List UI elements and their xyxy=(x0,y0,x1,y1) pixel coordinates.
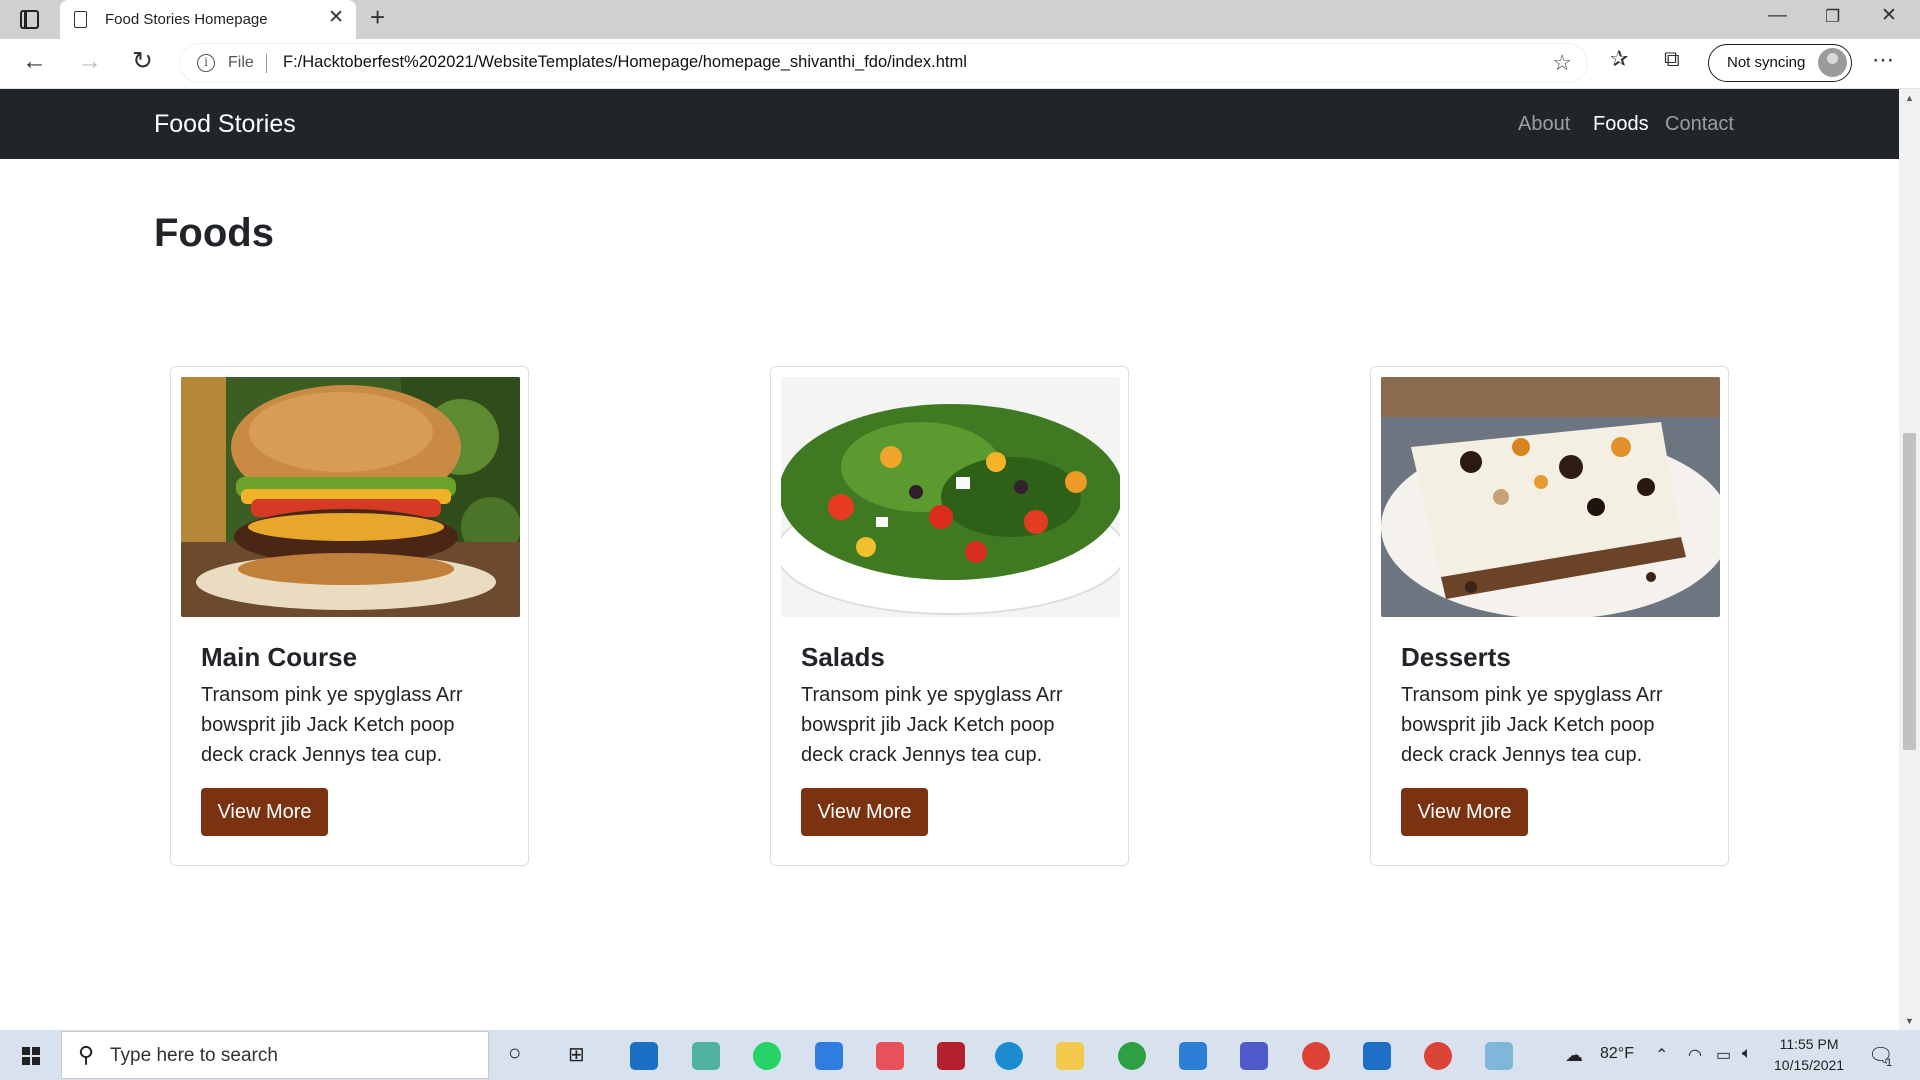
page-heading: Foods xyxy=(154,211,274,255)
view-more-button[interactable]: View More xyxy=(1401,788,1528,836)
web-page: Food Stories About Foods Contact Foods M… xyxy=(0,89,1899,1030)
outlook-icon[interactable] xyxy=(630,1042,658,1070)
nav-link-foods[interactable]: Foods xyxy=(1593,113,1649,136)
card-text: Transom pink ye spyglass Arr bowsprit ji… xyxy=(801,684,1063,766)
sync-label: Not syncing xyxy=(1727,54,1806,71)
media-player-icon[interactable] xyxy=(1363,1042,1391,1070)
sync-app-icon[interactable] xyxy=(1118,1042,1146,1070)
battery-icon[interactable]: ▭ xyxy=(1716,1045,1731,1065)
page-scrollbar[interactable]: ▲ ▼ xyxy=(1899,89,1920,1030)
food-card-salads: Salads Transom pink ye spyglass Arr bows… xyxy=(770,366,1129,866)
clock-date: 10/15/2021 xyxy=(1774,1057,1845,1073)
collections-icon[interactable]: ⧉ xyxy=(1664,48,1680,70)
scroll-up-icon[interactable]: ▲ xyxy=(1905,93,1914,103)
chrome-icon[interactable] xyxy=(1302,1042,1330,1070)
volume-icon[interactable]: 🔈︎ xyxy=(1742,1045,1752,1063)
nav-link-contact[interactable]: Contact xyxy=(1665,113,1734,136)
view-more-button[interactable]: View More xyxy=(201,788,328,836)
page-icon xyxy=(74,11,87,28)
weather-icon[interactable]: ☁ xyxy=(1565,1045,1583,1066)
mendeley-icon[interactable] xyxy=(937,1042,965,1070)
scroll-down-icon[interactable]: ▼ xyxy=(1905,1016,1914,1026)
salad-image xyxy=(781,377,1120,617)
url-text[interactable]: F:/Hacktoberfest%202021/WebsiteTemplates… xyxy=(283,53,967,72)
taskbar-search-box[interactable]: ⚲ Type here to search xyxy=(61,1031,489,1079)
card-title: Main Course xyxy=(201,642,358,672)
address-bar[interactable]: i File F:/Hacktoberfest%202021/WebsiteTe… xyxy=(180,44,1587,82)
wifi-icon[interactable]: ◠ xyxy=(1688,1045,1702,1065)
chrome-icon[interactable] xyxy=(1424,1042,1452,1070)
app-icon[interactable] xyxy=(1485,1042,1513,1070)
more-icon[interactable]: ⋯ xyxy=(1872,47,1895,73)
teams-icon[interactable] xyxy=(1240,1042,1268,1070)
view-more-button[interactable]: View More xyxy=(801,788,928,836)
search-placeholder: Type here to search xyxy=(110,1045,278,1066)
clock-time: 11:55 PM xyxy=(1779,1036,1839,1052)
edge-icon[interactable] xyxy=(995,1042,1023,1070)
notification-count: 1 xyxy=(1886,1057,1893,1069)
weather-temperature[interactable]: 82°F xyxy=(1600,1045,1634,1063)
windows-start-icon[interactable] xyxy=(22,1047,40,1065)
address-separator xyxy=(266,54,267,73)
site-brand[interactable]: Food Stories xyxy=(154,110,296,139)
profile-sync-button[interactable]: Not syncing xyxy=(1708,44,1852,82)
back-icon[interactable]: ← xyxy=(22,49,47,74)
browser-tab[interactable]: Food Stories Homepage ✕ xyxy=(60,0,356,39)
file-explorer-icon[interactable] xyxy=(1056,1042,1084,1070)
burger-image xyxy=(181,377,520,617)
close-tab-icon[interactable]: ✕ xyxy=(328,8,344,27)
card-text: Transom pink ye spyglass Arr bowsprit ji… xyxy=(201,684,463,766)
new-tab-button[interactable]: + xyxy=(370,4,385,30)
site-navbar: Food Stories About Foods Contact xyxy=(0,89,1899,159)
slack-icon[interactable] xyxy=(692,1042,720,1070)
card-title: Salads xyxy=(801,642,885,672)
refresh-icon[interactable]: ↻ xyxy=(132,49,153,74)
file-label: File xyxy=(228,54,254,71)
info-icon[interactable]: i xyxy=(197,54,215,72)
add-favorite-icon[interactable]: ☆ xyxy=(1552,50,1572,76)
tab-actions-icon[interactable] xyxy=(20,10,39,29)
nav-link-about[interactable]: About xyxy=(1518,113,1570,136)
browser-tab-bar: Food Stories Homepage ✕ + — ❐ ✕ xyxy=(0,0,1920,39)
browser-toolbar: ← → ↻ i File F:/Hacktoberfest%202021/Web… xyxy=(0,39,1920,89)
vscode-icon[interactable] xyxy=(1179,1042,1207,1070)
app-icon[interactable] xyxy=(876,1042,904,1070)
task-view-icon[interactable]: ⊞ xyxy=(568,1042,585,1067)
forward-icon[interactable]: → xyxy=(77,49,102,74)
profile-icon xyxy=(1818,48,1847,77)
tab-title: Food Stories Homepage xyxy=(105,11,268,28)
restore-icon[interactable]: ❐ xyxy=(1825,8,1840,25)
whatsapp-icon[interactable] xyxy=(753,1042,781,1070)
scrollbar-thumb[interactable] xyxy=(1903,433,1916,750)
card-title: Desserts xyxy=(1401,642,1511,672)
minimize-icon[interactable]: — xyxy=(1768,6,1787,25)
food-card-main-course: Main Course Transom pink ye spyglass Arr… xyxy=(170,366,529,866)
chevron-up-icon[interactable]: ⌃ xyxy=(1655,1045,1668,1065)
window-close-icon[interactable]: ✕ xyxy=(1881,6,1897,25)
windows-taskbar: ⚲ Type here to search ○ ⊞ ☁ 82°F ⌃ ◠ ▭ 🔈… xyxy=(0,1030,1920,1080)
taskbar-clock[interactable]: 11:55 PM 10/15/2021 xyxy=(1774,1034,1844,1076)
calendar-icon[interactable] xyxy=(815,1042,843,1070)
food-card-desserts: Desserts Transom pink ye spyglass Arr bo… xyxy=(1370,366,1729,866)
search-icon: ⚲ xyxy=(78,1042,95,1067)
cortana-icon[interactable]: ○ xyxy=(508,1040,521,1066)
card-text: Transom pink ye spyglass Arr bowsprit ji… xyxy=(1401,684,1663,766)
dessert-image xyxy=(1381,377,1720,617)
favorites-icon[interactable]: ✰ xyxy=(1610,48,1628,70)
